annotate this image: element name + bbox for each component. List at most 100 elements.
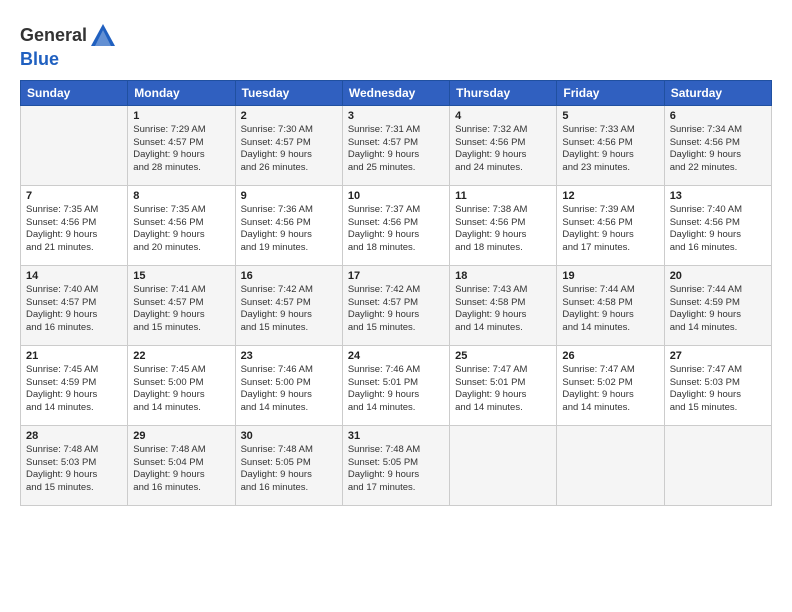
day-info: Sunrise: 7:48 AM Sunset: 5:04 PM Dayligh… [133,444,229,495]
calendar-cell [557,425,664,505]
calendar-cell: 9 Sunrise: 7:36 AM Sunset: 4:56 PM Daylig… [235,185,342,265]
calendar-cell: 21Sunrise: 7:45 AM Sunset: 4:59 PM Dayli… [21,345,128,425]
calendar-cell: 11 Sunrise: 7:38 AM Sunset: 4:56 PM Dayli… [450,185,557,265]
day-info: Sunrise: 7:40 AM Sunset: 4:56 PM Dayligh… [670,204,766,255]
page-container: General Blue SundayMondayTuesdayWednesda… [0,0,792,518]
day-info: Sunrise: 7:36 AM Sunset: 4:56 PM Dayligh… [241,204,337,255]
day-number: 15 [133,270,229,282]
day-number: 11 [455,190,551,202]
day-info: Sunrise: 7:47 AM Sunset: 5:02 PM Dayligh… [562,364,658,415]
day-number: 25 [455,350,551,362]
day-info: Sunrise: 7:39 AM Sunset: 4:56 PM Dayligh… [562,204,658,255]
day-info: Sunrise: 7:35 AM Sunset: 4:56 PM Dayligh… [26,204,122,255]
day-number: 14 [26,270,122,282]
day-info: Sunrise: 7:32 AM Sunset: 4:56 PM Dayligh… [455,124,551,175]
day-info: Sunrise: 7:46 AM Sunset: 5:01 PM Dayligh… [348,364,444,415]
day-number: 13 [670,190,766,202]
day-number: 19 [562,270,658,282]
day-number: 28 [26,430,122,442]
calendar-table: SundayMondayTuesdayWednesdayThursdayFrid… [20,80,772,506]
day-number: 6 [670,110,766,122]
calendar-header-row: SundayMondayTuesdayWednesdayThursdayFrid… [21,80,772,105]
calendar-cell: 23 Sunrise: 7:46 AM Sunset: 5:00 PM Dayli… [235,345,342,425]
calendar-cell: 13 Sunrise: 7:40 AM Sunset: 4:56 PM Dayli… [664,185,771,265]
day-number: 27 [670,350,766,362]
logo-blue: Blue [20,49,59,69]
logo-general: General [20,25,87,45]
calendar-cell: 3 Sunrise: 7:31 AM Sunset: 4:57 PM Daylig… [342,105,449,185]
day-number: 17 [348,270,444,282]
calendar-week-row: 1Sunrise: 7:29 AM Sunset: 4:57 PM Daylig… [21,105,772,185]
day-info: Sunrise: 7:40 AM Sunset: 4:57 PM Dayligh… [26,284,122,335]
calendar-cell: 31 Sunrise: 7:48 AM Sunset: 5:05 PM Dayli… [342,425,449,505]
logo-icon [89,22,117,50]
day-number: 7 [26,190,122,202]
weekday-header-friday: Friday [557,80,664,105]
calendar-cell [664,425,771,505]
calendar-cell: 27 Sunrise: 7:47 AM Sunset: 5:03 PM Dayli… [664,345,771,425]
day-number: 26 [562,350,658,362]
calendar-cell: 26 Sunrise: 7:47 AM Sunset: 5:02 PM Dayli… [557,345,664,425]
calendar-cell: 29 Sunrise: 7:48 AM Sunset: 5:04 PM Dayli… [128,425,235,505]
weekday-header-tuesday: Tuesday [235,80,342,105]
calendar-cell: 19 Sunrise: 7:44 AM Sunset: 4:58 PM Dayli… [557,265,664,345]
day-number: 31 [348,430,444,442]
day-info: Sunrise: 7:46 AM Sunset: 5:00 PM Dayligh… [241,364,337,415]
calendar-cell: 15 Sunrise: 7:41 AM Sunset: 4:57 PM Dayli… [128,265,235,345]
day-number: 2 [241,110,337,122]
weekday-header-thursday: Thursday [450,80,557,105]
calendar-cell: 28 Sunrise: 7:48 AM Sunset: 5:03 PM Dayli… [21,425,128,505]
day-number: 5 [562,110,658,122]
day-info: Sunrise: 7:43 AM Sunset: 4:58 PM Dayligh… [455,284,551,335]
calendar-cell: 16Sunrise: 7:42 AM Sunset: 4:57 PM Dayli… [235,265,342,345]
calendar-cell: 25 Sunrise: 7:47 AM Sunset: 5:01 PM Dayli… [450,345,557,425]
calendar-cell: 18 Sunrise: 7:43 AM Sunset: 4:58 PM Dayli… [450,265,557,345]
calendar-cell: 17Sunrise: 7:42 AM Sunset: 4:57 PM Dayli… [342,265,449,345]
calendar-week-row: 14 Sunrise: 7:40 AM Sunset: 4:57 PM Dayli… [21,265,772,345]
calendar-cell: 5 Sunrise: 7:33 AM Sunset: 4:56 PM Daylig… [557,105,664,185]
logo: General Blue [20,22,117,70]
calendar-week-row: 21Sunrise: 7:45 AM Sunset: 4:59 PM Dayli… [21,345,772,425]
day-number: 23 [241,350,337,362]
day-info: Sunrise: 7:48 AM Sunset: 5:03 PM Dayligh… [26,444,122,495]
day-info: Sunrise: 7:30 AM Sunset: 4:57 PM Dayligh… [241,124,337,175]
day-info: Sunrise: 7:48 AM Sunset: 5:05 PM Dayligh… [241,444,337,495]
calendar-week-row: 7 Sunrise: 7:35 AM Sunset: 4:56 PM Daylig… [21,185,772,265]
day-number: 4 [455,110,551,122]
day-number: 22 [133,350,229,362]
calendar-cell: 14 Sunrise: 7:40 AM Sunset: 4:57 PM Dayli… [21,265,128,345]
day-info: Sunrise: 7:48 AM Sunset: 5:05 PM Dayligh… [348,444,444,495]
weekday-header-sunday: Sunday [21,80,128,105]
day-info: Sunrise: 7:29 AM Sunset: 4:57 PM Dayligh… [133,124,229,175]
calendar-cell: 4 Sunrise: 7:32 AM Sunset: 4:56 PM Daylig… [450,105,557,185]
calendar-cell: 7 Sunrise: 7:35 AM Sunset: 4:56 PM Daylig… [21,185,128,265]
day-number: 24 [348,350,444,362]
day-info: Sunrise: 7:45 AM Sunset: 4:59 PM Dayligh… [26,364,122,415]
day-info: Sunrise: 7:37 AM Sunset: 4:56 PM Dayligh… [348,204,444,255]
day-info: Sunrise: 7:38 AM Sunset: 4:56 PM Dayligh… [455,204,551,255]
day-number: 3 [348,110,444,122]
day-number: 9 [241,190,337,202]
day-number: 12 [562,190,658,202]
day-info: Sunrise: 7:33 AM Sunset: 4:56 PM Dayligh… [562,124,658,175]
calendar-cell: 10Sunrise: 7:37 AM Sunset: 4:56 PM Dayli… [342,185,449,265]
day-number: 16 [241,270,337,282]
day-info: Sunrise: 7:34 AM Sunset: 4:56 PM Dayligh… [670,124,766,175]
calendar-cell: 1Sunrise: 7:29 AM Sunset: 4:57 PM Daylig… [128,105,235,185]
day-info: Sunrise: 7:41 AM Sunset: 4:57 PM Dayligh… [133,284,229,335]
calendar-cell: 8Sunrise: 7:35 AM Sunset: 4:56 PM Daylig… [128,185,235,265]
calendar-cell: 12 Sunrise: 7:39 AM Sunset: 4:56 PM Dayli… [557,185,664,265]
day-info: Sunrise: 7:31 AM Sunset: 4:57 PM Dayligh… [348,124,444,175]
day-number: 29 [133,430,229,442]
day-number: 20 [670,270,766,282]
day-info: Sunrise: 7:45 AM Sunset: 5:00 PM Dayligh… [133,364,229,415]
day-info: Sunrise: 7:44 AM Sunset: 4:58 PM Dayligh… [562,284,658,335]
calendar-cell: 20Sunrise: 7:44 AM Sunset: 4:59 PM Dayli… [664,265,771,345]
day-info: Sunrise: 7:47 AM Sunset: 5:01 PM Dayligh… [455,364,551,415]
day-number: 18 [455,270,551,282]
calendar-cell: 22 Sunrise: 7:45 AM Sunset: 5:00 PM Dayli… [128,345,235,425]
weekday-header-wednesday: Wednesday [342,80,449,105]
day-info: Sunrise: 7:47 AM Sunset: 5:03 PM Dayligh… [670,364,766,415]
calendar-cell: 24 Sunrise: 7:46 AM Sunset: 5:01 PM Dayli… [342,345,449,425]
calendar-week-row: 28 Sunrise: 7:48 AM Sunset: 5:03 PM Dayli… [21,425,772,505]
